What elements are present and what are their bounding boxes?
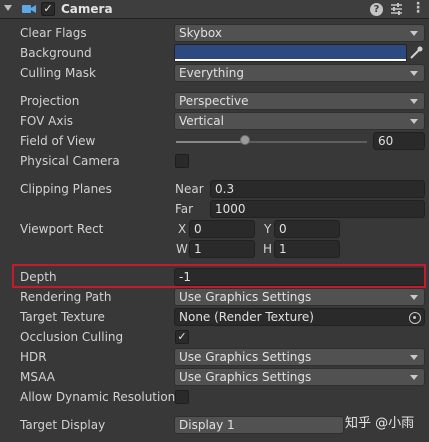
watermark-text: 知乎 @小雨 bbox=[345, 416, 415, 431]
projection-label: Projection bbox=[20, 94, 80, 108]
chevron-down-icon bbox=[410, 295, 418, 300]
chevron-down-icon bbox=[410, 31, 418, 36]
chevron-down-icon bbox=[410, 99, 418, 104]
slider-handle[interactable] bbox=[239, 135, 250, 145]
msaa-label: MSAA bbox=[20, 370, 55, 384]
clear-flags-label: Clear Flags bbox=[20, 26, 87, 40]
viewport-h-input[interactable]: 1 bbox=[274, 240, 340, 258]
background-color-field[interactable] bbox=[174, 44, 407, 62]
clear-flags-dropdown[interactable]: Skybox bbox=[174, 24, 425, 42]
viewport-y-label: Y bbox=[264, 222, 272, 236]
rendering-path-label: Rendering Path bbox=[20, 290, 112, 304]
allow-dynamic-resolution-label: Allow Dynamic Resolution bbox=[20, 390, 176, 404]
viewport-x-label: X bbox=[178, 222, 187, 236]
projection-value: Perspective bbox=[179, 94, 249, 108]
near-clip-input[interactable]: 0.3 bbox=[210, 180, 425, 198]
help-icon[interactable]: ? bbox=[370, 3, 383, 16]
far-clip-input[interactable]: 1000 bbox=[210, 200, 425, 218]
target-texture-field[interactable]: None (Render Texture) bbox=[174, 308, 425, 326]
kebab-menu-icon[interactable]: ⋮ bbox=[411, 1, 425, 17]
chevron-down-icon bbox=[410, 119, 418, 124]
rendering-path-dropdown[interactable]: Use Graphics Settings bbox=[174, 288, 425, 306]
camera-icon bbox=[22, 5, 36, 13]
component-header: ✓ Camera ? ⋮ bbox=[0, 0, 429, 19]
clear-flags-value: Skybox bbox=[179, 26, 222, 40]
field-of-view-slider[interactable] bbox=[176, 141, 367, 143]
occlusion-culling-checkbox[interactable]: ✓ bbox=[175, 330, 189, 344]
background-label: Background bbox=[20, 46, 92, 60]
near-label: Near bbox=[175, 182, 204, 196]
rendering-path-value: Use Graphics Settings bbox=[179, 290, 312, 304]
preset-icon[interactable] bbox=[390, 2, 403, 16]
component-enabled-checkbox[interactable]: ✓ bbox=[41, 2, 55, 16]
occlusion-culling-label: Occlusion Culling bbox=[20, 330, 124, 344]
alpha-bar bbox=[175, 59, 406, 61]
chevron-down-icon bbox=[410, 375, 418, 380]
viewport-rect-label: Viewport Rect bbox=[20, 222, 104, 236]
far-label: Far bbox=[175, 202, 194, 216]
viewport-h-label: H bbox=[263, 242, 273, 256]
allow-dynamic-resolution-checkbox[interactable] bbox=[175, 390, 189, 404]
target-display-dropdown[interactable]: Display 1 bbox=[174, 416, 344, 434]
slider-fill bbox=[176, 141, 245, 143]
physical-camera-label: Physical Camera bbox=[20, 154, 120, 168]
chevron-down-icon bbox=[410, 355, 418, 360]
color-picker-icon[interactable] bbox=[409, 45, 423, 60]
clipping-planes-label: Clipping Planes bbox=[20, 182, 112, 196]
msaa-dropdown[interactable]: Use Graphics Settings bbox=[174, 368, 425, 386]
viewport-w-label: W bbox=[176, 242, 188, 256]
viewport-w-input[interactable]: 1 bbox=[189, 240, 255, 258]
chevron-down-icon bbox=[410, 71, 418, 76]
culling-mask-dropdown[interactable]: Everything bbox=[174, 64, 425, 82]
hdr-dropdown[interactable]: Use Graphics Settings bbox=[174, 348, 425, 366]
physical-camera-checkbox[interactable] bbox=[175, 154, 189, 168]
fov-axis-value: Vertical bbox=[179, 114, 224, 128]
field-of-view-label: Field of View bbox=[20, 134, 96, 148]
component-title: Camera bbox=[61, 2, 113, 16]
target-display-label: Target Display bbox=[20, 418, 106, 432]
foldout-arrow-icon[interactable] bbox=[4, 5, 12, 11]
projection-dropdown[interactable]: Perspective bbox=[174, 92, 425, 110]
target-texture-label: Target Texture bbox=[20, 310, 105, 324]
viewport-y-input[interactable]: 0 bbox=[274, 220, 340, 238]
viewport-x-input[interactable]: 0 bbox=[189, 220, 255, 238]
msaa-value: Use Graphics Settings bbox=[179, 370, 312, 384]
object-picker-icon[interactable] bbox=[409, 312, 421, 324]
culling-mask-label: Culling Mask bbox=[20, 66, 96, 80]
fov-axis-label: FOV Axis bbox=[20, 114, 74, 128]
hdr-value: Use Graphics Settings bbox=[179, 350, 312, 364]
hdr-label: HDR bbox=[20, 350, 47, 364]
target-display-value: Display 1 bbox=[179, 418, 235, 432]
culling-mask-value: Everything bbox=[179, 66, 244, 80]
field-of-view-input[interactable]: 60 bbox=[373, 132, 425, 150]
depth-highlight-box bbox=[12, 264, 426, 288]
fov-axis-dropdown[interactable]: Vertical bbox=[174, 112, 425, 130]
